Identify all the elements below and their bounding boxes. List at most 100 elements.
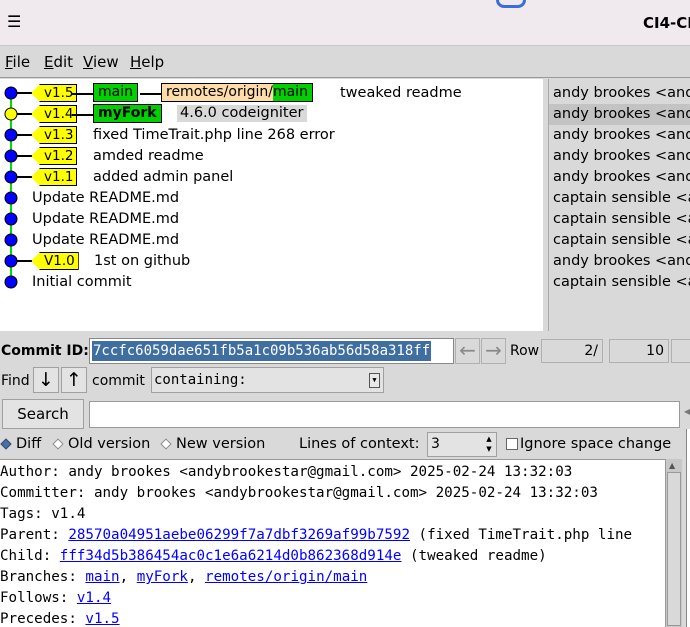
arrow-down-icon: ↓: [38, 369, 54, 391]
branches-line: Branches: main, myFork, remotes/origin/m…: [0, 569, 368, 585]
commit-message[interactable]: Update README.md: [32, 190, 179, 207]
chevron-down-icon[interactable]: ▼: [369, 373, 380, 388]
parent-hash-link[interactable]: 28570a04951aebe06299f7a7dbf3269af99b7592: [68, 527, 410, 543]
tag-label[interactable]: v1.1: [31, 168, 78, 186]
old-version-radio[interactable]: Old version: [52, 436, 150, 452]
tag-label[interactable]: v1.5: [31, 84, 78, 102]
arrow-right-icon: →: [485, 338, 502, 362]
author-cell[interactable]: captain sensible <an: [553, 190, 690, 207]
find-mode-value: containing:: [154, 372, 247, 388]
commit-node[interactable]: [4, 275, 18, 289]
commit-message[interactable]: Update README.md: [32, 211, 179, 228]
tag-label[interactable]: V1.0: [31, 252, 79, 270]
forward-button[interactable]: →: [481, 338, 506, 364]
commit-node[interactable]: [4, 86, 18, 100]
author-pane[interactable]: andy brookes <andy andy brookes <andy an…: [548, 79, 690, 331]
author-cell[interactable]: captain sensible <an: [553, 274, 690, 291]
menu-view[interactable]: View: [83, 53, 119, 71]
title-bar: ☰ CI4-CM: [0, 0, 690, 46]
commit-node[interactable]: [4, 128, 18, 142]
collapse-icon[interactable]: ◀: [684, 407, 690, 416]
context-label: Lines of context:: [299, 436, 420, 452]
remote-branch-label[interactable]: remotes/origin/main: [161, 83, 313, 102]
commit-id-field[interactable]: 7ccfc6059dae651fb5a1c09b536ab56d58a318ff: [89, 338, 454, 364]
author-cell[interactable]: andy brookes <andy: [553, 148, 690, 165]
precedes-link[interactable]: v1.5: [85, 611, 119, 627]
branch-link[interactable]: main: [85, 569, 119, 585]
commit-message[interactable]: added admin panel: [93, 169, 233, 186]
author-cell[interactable]: andy brookes <andy: [553, 169, 690, 186]
branch-label-myfork[interactable]: myFork: [93, 104, 162, 123]
row-total-field: 10: [609, 339, 669, 363]
child-hash-link[interactable]: fff34d5b386454ac0c1e6a6214d0b862368d914e: [60, 548, 402, 564]
scroll-up-icon[interactable]: ▲: [669, 461, 675, 470]
commit-message[interactable]: 1st on github: [94, 253, 190, 270]
commit-node[interactable]: [4, 254, 18, 268]
author-cell[interactable]: andy brookes <andy: [553, 127, 690, 144]
commit-message[interactable]: amded readme: [93, 148, 204, 165]
find-input[interactable]: [386, 367, 690, 393]
tag-label[interactable]: v1.2: [31, 147, 78, 165]
commit-message[interactable]: Update README.md: [32, 232, 179, 249]
committer-line: Committer: andy brookes <andybrookestar@…: [0, 485, 598, 501]
spin-arrows-icon[interactable]: ▲ ▼: [483, 434, 495, 455]
head-commit-node[interactable]: [4, 107, 18, 121]
graph-connector: [140, 93, 161, 95]
row-extra-field: [671, 339, 690, 363]
details-scrollbar[interactable]: ▲: [665, 459, 682, 627]
commit-node[interactable]: [4, 233, 18, 247]
precedes-line: Precedes: v1.5: [0, 611, 120, 627]
pane-sash[interactable]: [0, 331, 690, 337]
menu-help[interactable]: Help: [130, 53, 164, 71]
ignore-space-label: Ignore space change: [520, 436, 672, 452]
commit-node[interactable]: [4, 191, 18, 205]
follows-line: Follows: v1.4: [0, 590, 112, 606]
commit-node[interactable]: [4, 170, 18, 184]
commit-node[interactable]: [4, 149, 18, 163]
row-label: Row: [510, 343, 540, 359]
menu-file[interactable]: File: [5, 53, 30, 71]
branch-link[interactable]: remotes/origin/main: [205, 569, 367, 585]
hamburger-icon[interactable]: ☰: [7, 14, 21, 30]
child-line: Child: fff34d5b386454ac0c1e6a6214d0b8623…: [0, 548, 547, 564]
find-mode-select[interactable]: containing: ▼: [151, 367, 384, 393]
commit-message[interactable]: fixed TimeTrait.php line 268 error: [93, 127, 335, 144]
graph-connector: [72, 93, 93, 95]
new-version-radio[interactable]: New version: [160, 436, 265, 452]
commit-message-selected[interactable]: 4.6.0 codeigniter: [177, 105, 307, 122]
commit-node[interactable]: [4, 212, 18, 226]
diff-radio[interactable]: Diff: [0, 436, 41, 452]
file-list-pane[interactable]: [686, 429, 690, 627]
commit-id-value[interactable]: 7ccfc6059dae651fb5a1c09b536ab56d58a318ff: [92, 341, 432, 361]
branch-label-main[interactable]: main: [93, 83, 138, 102]
follows-link[interactable]: v1.4: [77, 590, 111, 606]
tag-label[interactable]: v1.4: [31, 105, 78, 123]
search-button[interactable]: Search: [2, 399, 84, 429]
tag-label[interactable]: v1.3: [31, 126, 78, 144]
author-cell[interactable]: captain sensible <an: [553, 232, 690, 249]
author-line: Author: andy brookes <andybrookestar@gma…: [0, 464, 573, 480]
author-cell[interactable]: captain sensible <an: [553, 211, 690, 228]
find-down-button[interactable]: ↓: [33, 367, 59, 393]
scrollbar-thumb[interactable]: [667, 472, 681, 626]
commit-graph-pane[interactable]: v1.5 main remotes/origin/main tweaked re…: [0, 79, 545, 331]
context-spinbox[interactable]: 3 ▲ ▼: [427, 432, 497, 457]
arrow-up-icon: ↑: [66, 369, 82, 391]
search-input[interactable]: [89, 401, 680, 428]
find-type-label: commit: [92, 373, 145, 389]
author-cell[interactable]: andy brookes <andy: [553, 253, 690, 270]
radio-icon: [160, 437, 172, 450]
commit-details-pane[interactable]: Author: andy brookes <andybrookestar@gma…: [0, 459, 665, 627]
author-cell[interactable]: andy brookes <andy: [553, 106, 690, 123]
ignore-space-checkbox[interactable]: [506, 438, 518, 450]
branch-link[interactable]: myFork: [137, 569, 188, 585]
commit-message[interactable]: Initial commit: [32, 274, 132, 291]
author-cell[interactable]: andy brookes <andy: [553, 85, 690, 102]
commit-id-label: Commit ID:: [1, 343, 89, 359]
find-up-button[interactable]: ↑: [61, 367, 87, 393]
arrow-left-icon: ←: [459, 338, 476, 362]
menu-edit[interactable]: Edit: [44, 53, 73, 71]
tags-line: Tags: v1.4: [0, 506, 86, 522]
back-button[interactable]: ←: [455, 338, 480, 364]
commit-message[interactable]: tweaked readme: [340, 85, 462, 102]
